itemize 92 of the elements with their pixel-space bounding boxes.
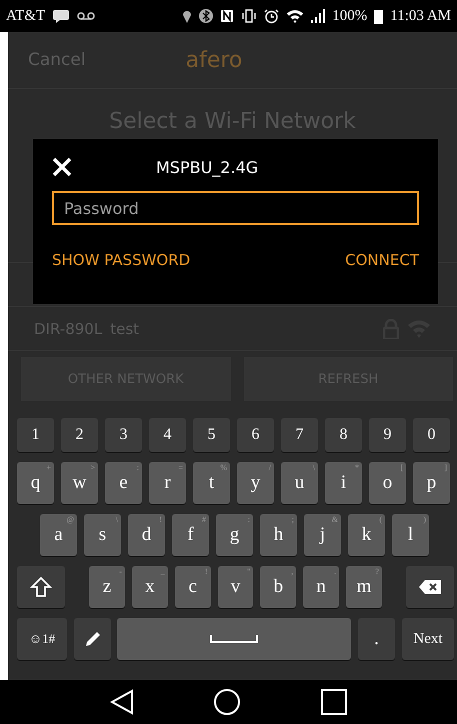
shift-key[interactable]	[17, 566, 66, 608]
key-hint: _	[160, 567, 165, 576]
message-icon	[52, 9, 70, 23]
key-hint: .	[334, 567, 336, 576]
key-hint: ?	[375, 567, 379, 576]
alarm-icon	[264, 8, 280, 24]
keyboard-key[interactable]: i *	[325, 462, 362, 504]
shift-icon	[29, 575, 54, 599]
keyboard-key[interactable]: m ?	[346, 566, 382, 608]
key-hint: >	[90, 463, 95, 472]
key-hint: /	[268, 463, 271, 472]
backspace-icon	[418, 579, 442, 595]
voicemail-icon	[77, 11, 96, 21]
keyboard-key[interactable]: o [	[369, 462, 406, 504]
clock: 11:03 AM	[390, 8, 451, 24]
key-hint: @	[66, 515, 74, 524]
key-hint: -	[119, 567, 122, 576]
keyboard-key[interactable]: a @	[40, 514, 77, 556]
keyboard-key[interactable]: c !	[174, 566, 211, 608]
back-icon[interactable]	[110, 689, 134, 715]
keyboard-key[interactable]: 4	[149, 418, 186, 452]
key-hint: %	[220, 463, 227, 472]
battery-percent: 100%	[332, 8, 368, 24]
pencil-icon	[84, 630, 102, 648]
keyboard-key[interactable]: q +	[17, 462, 54, 504]
carrier-name: AT&T	[6, 8, 46, 24]
key-hint: \	[312, 463, 315, 472]
signal-icon	[311, 9, 326, 23]
backspace-key[interactable]	[406, 566, 454, 608]
nfc-icon	[220, 9, 234, 23]
keyboard-key[interactable]: n .	[303, 566, 340, 608]
space-icon	[210, 634, 258, 644]
key-hint: !	[204, 567, 208, 576]
handwriting-key[interactable]	[74, 618, 111, 660]
key-hint: *	[355, 463, 359, 472]
keyboard-key[interactable]: y /	[237, 462, 274, 504]
keyboard-key[interactable]: z -	[89, 566, 125, 608]
keyboard-key[interactable]: j &	[304, 514, 341, 556]
keyboard-key[interactable]: 3	[105, 418, 142, 452]
key-hint: ]	[444, 463, 447, 472]
keyboard-key[interactable]: u \	[281, 462, 318, 504]
app-logo: afero	[186, 48, 242, 72]
keyboard-key[interactable]: e :	[105, 462, 142, 504]
key-hint: )	[423, 515, 426, 524]
keyboard-key[interactable]: 5	[193, 418, 230, 452]
key-hint: "	[247, 567, 250, 576]
keyboard-key[interactable]: t %	[193, 462, 230, 504]
keyboard-key[interactable]: h ;	[260, 514, 297, 556]
keyboard-key[interactable]: b ,	[260, 566, 296, 608]
symbols-key[interactable]: ☺1#	[17, 618, 67, 660]
keyboard-key[interactable]: s \	[84, 514, 121, 556]
keyboard-key[interactable]: f #	[172, 514, 209, 556]
keyboard-key[interactable]: g :	[216, 514, 253, 556]
keyboard-key[interactable]: 9	[369, 418, 406, 452]
keyboard-key[interactable]: p ]	[413, 462, 450, 504]
close-icon[interactable]	[52, 157, 72, 177]
key-hint: ,	[291, 567, 294, 576]
key-hint: :	[248, 515, 250, 524]
keyboard-key[interactable]: w >	[61, 462, 98, 504]
keyboard-key[interactable]: x _	[132, 566, 168, 608]
key-hint: (	[379, 515, 382, 524]
key-hint: #	[202, 515, 206, 524]
keyboard-key[interactable]: d !	[128, 514, 165, 556]
next-key[interactable]: Next	[402, 618, 454, 660]
key-hint: +	[46, 463, 51, 472]
key-hint: &	[332, 515, 338, 524]
vibrate-icon	[241, 9, 258, 23]
key-hint: !	[159, 515, 162, 524]
key-hint: [	[400, 463, 403, 472]
bluetooth-icon	[199, 9, 214, 23]
recents-icon[interactable]	[321, 689, 348, 715]
key-hint: ;	[292, 515, 294, 524]
keyboard-key[interactable]: 8	[325, 418, 362, 452]
key-hint: =	[178, 463, 183, 472]
wifi-icon	[286, 8, 304, 24]
keyboard-key[interactable]: r =	[149, 462, 186, 504]
keyboard-key[interactable]: .	[358, 618, 395, 660]
battery-icon	[374, 8, 384, 24]
keyboard-key[interactable]: k (	[348, 514, 385, 556]
keyboard-key[interactable]: 6	[237, 418, 274, 452]
key-hint: :	[136, 463, 139, 472]
keyboard-key[interactable]: 2	[61, 418, 98, 452]
key-hint: \	[116, 515, 118, 524]
keyboard-key[interactable]: l )	[392, 514, 429, 556]
location-icon	[182, 9, 192, 23]
password-field[interactable]: Password	[52, 191, 419, 225]
home-icon[interactable]	[213, 688, 242, 716]
keyboard-key[interactable]: 1	[17, 418, 54, 452]
keyboard-key[interactable]: 7	[281, 418, 318, 452]
dialog-title: MSPBU_2.4G	[156, 158, 258, 176]
keyboard-key[interactable]: 0	[413, 418, 450, 452]
keyboard-key[interactable]: v "	[218, 566, 254, 608]
